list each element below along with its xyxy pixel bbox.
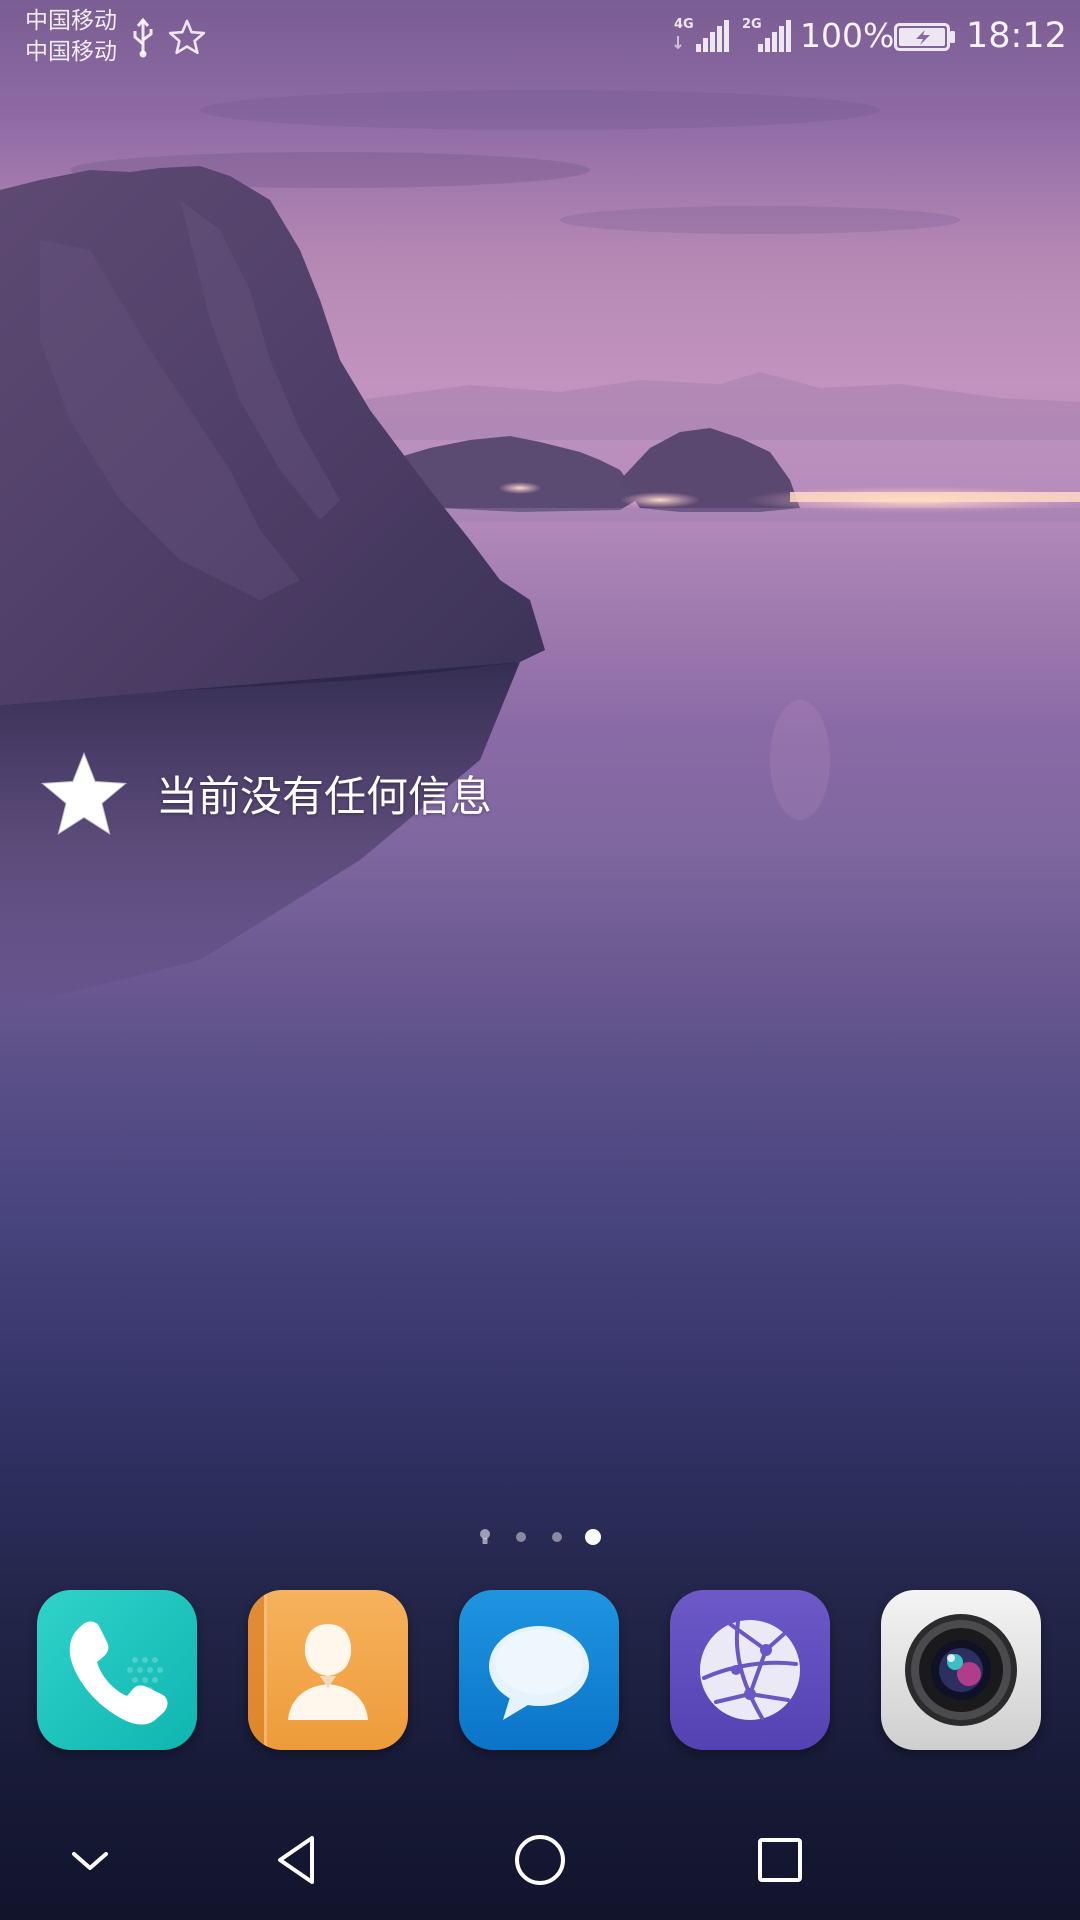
- battery-percent: 100%: [800, 16, 895, 55]
- page-dot-3[interactable]: [552, 1532, 562, 1542]
- signal-2g-icon: 2G: [742, 17, 791, 52]
- phone-icon: [69, 1621, 168, 1725]
- no-messages-text: 当前没有任何信息: [156, 772, 493, 821]
- back-icon: [278, 1836, 314, 1884]
- hide-nav-button[interactable]: [60, 1830, 120, 1890]
- camera-icon: [905, 1614, 1017, 1726]
- page-dot-4-active[interactable]: [585, 1529, 601, 1545]
- back-button[interactable]: [270, 1830, 330, 1890]
- contacts-icon: [248, 1590, 368, 1750]
- battery-charging-icon: [894, 23, 955, 51]
- sim2-network-label: 2G: [742, 17, 762, 32]
- home-button[interactable]: [510, 1830, 570, 1890]
- page-indicator: [470, 1522, 610, 1552]
- browser-app-button[interactable]: [670, 1590, 830, 1750]
- clock: 18:12: [966, 16, 1067, 56]
- hide-nav-icon: [72, 1852, 108, 1870]
- status-bar: 中国移动 中国移动 4G 2G 100% 18:12: [0, 0, 1080, 74]
- messages-icon: [489, 1626, 589, 1720]
- messages-app-button[interactable]: [459, 1590, 619, 1750]
- phone-app-button[interactable]: [37, 1590, 197, 1750]
- signal-4g-icon: 4G: [674, 17, 729, 52]
- home-icon: [515, 1835, 565, 1885]
- carrier-sim2: 中国移动: [25, 39, 117, 65]
- star-icon: [40, 751, 128, 836]
- page-dot-lightbulb-icon[interactable]: [479, 1528, 491, 1546]
- camera-app-button[interactable]: [881, 1590, 1041, 1750]
- star-outline-icon: [168, 19, 206, 55]
- dock: [0, 1590, 1080, 1754]
- sim1-network-label: 4G: [674, 17, 694, 32]
- page-dot-2[interactable]: [516, 1532, 526, 1542]
- navigation-bar: [0, 1800, 1080, 1920]
- usb-icon: [133, 18, 153, 58]
- contacts-app-button[interactable]: [248, 1590, 408, 1750]
- no-messages-widget[interactable]: 当前没有任何信息: [36, 748, 636, 848]
- browser-icon: [700, 1620, 800, 1720]
- recents-icon: [758, 1838, 802, 1882]
- recents-button[interactable]: [750, 1830, 810, 1890]
- carrier-labels: 中国移动 中国移动: [25, 6, 117, 68]
- carrier-sim1: 中国移动: [25, 8, 117, 34]
